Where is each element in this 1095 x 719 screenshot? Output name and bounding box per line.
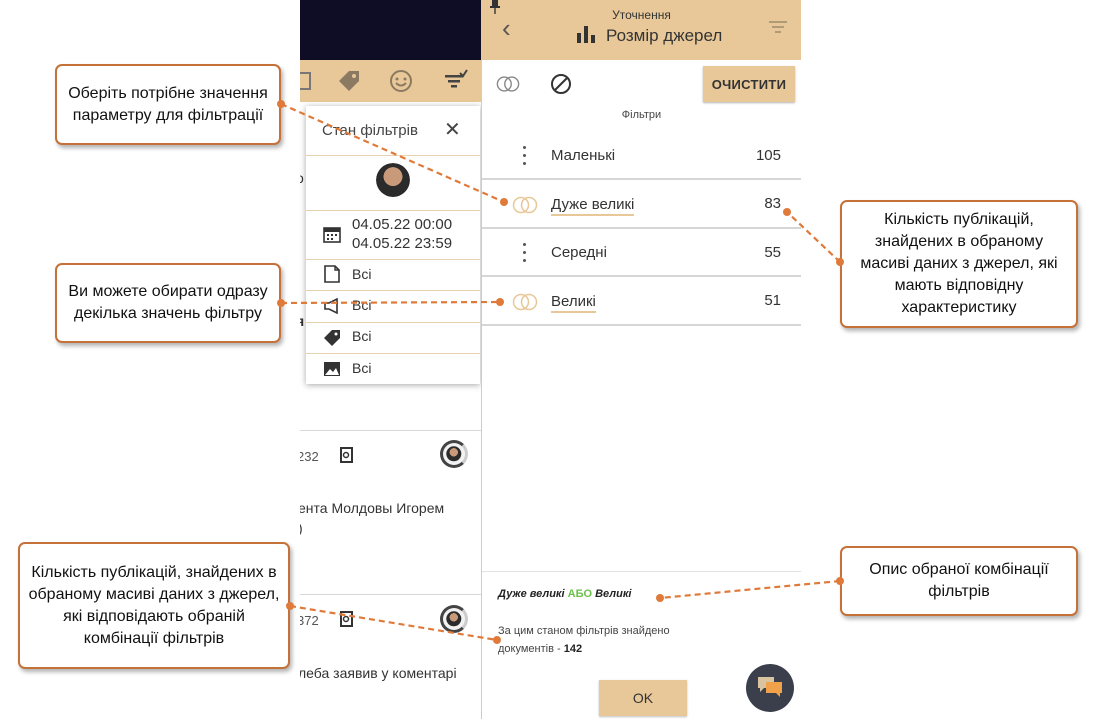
calendar-icon: [322, 224, 342, 244]
row-divider: [482, 275, 801, 277]
popup-divider: [306, 210, 480, 211]
filter-option[interactable]: Середні 55: [482, 229, 801, 277]
callout-multi-select: Ви можете обирати одразу декілька значен…: [55, 263, 281, 343]
clear-button[interactable]: ОЧИСТИТИ: [703, 66, 795, 102]
combination-operator: АБО: [567, 588, 593, 600]
filter-option-count: 83: [764, 195, 781, 212]
filter-option-count: 51: [764, 292, 781, 309]
callout-count-combination: Кількість публікацій, знайдених в обрано…: [18, 542, 290, 669]
document-filter-value: Всі: [352, 266, 372, 282]
filter-option-label: Маленькі: [551, 147, 616, 164]
filter-option[interactable]: Маленькі 105: [482, 132, 801, 180]
popup-divider: [306, 155, 480, 156]
popup-divider: [306, 259, 480, 260]
divider: [482, 571, 801, 572]
date-to: 04.05.22 23:59: [352, 235, 453, 252]
filter-icon[interactable]: [769, 20, 787, 39]
found-summary: За цим станом фільтрів знайдено документ…: [498, 622, 728, 658]
document-icon: [322, 264, 342, 284]
filter-option[interactable]: Великі 51: [482, 278, 801, 326]
image-icon: [322, 359, 342, 379]
callout-count-per-value: Кількість публікацій, знайдених в обрано…: [840, 200, 1078, 328]
or-rings-icon[interactable]: [512, 196, 538, 219]
filter-option[interactable]: Дуже великі 83: [482, 181, 801, 229]
filter-combination-description: Дуже великі АБО Великі: [498, 588, 631, 600]
found-count: 142: [563, 643, 583, 655]
found-text: За цим станом фільтрів знайдено документ…: [498, 625, 670, 655]
background-toolbar: [300, 60, 481, 102]
source-type-filter-value: Всі: [352, 297, 372, 313]
chat-bubble-icon: [756, 674, 784, 703]
popup-title: Стан фільтрів: [322, 122, 418, 139]
image-filter-value: Всі: [352, 360, 372, 376]
page-title: Розмір джерел: [606, 26, 723, 45]
callout-choose-value: Оберіть потрібне значення параметру для …: [55, 64, 281, 145]
background-fragment: я: [300, 313, 305, 329]
ok-button[interactable]: OK: [599, 680, 687, 716]
chat-button[interactable]: [746, 664, 794, 712]
or-rings-icon[interactable]: [512, 293, 538, 316]
background-post-text: леба заявив у коментарі: [300, 665, 457, 681]
popup-divider: [306, 353, 480, 354]
filter-option-count: 55: [764, 244, 781, 261]
intersect-rings-icon[interactable]: [496, 72, 520, 96]
panel-toolbar: ОЧИСТИТИ: [482, 60, 801, 106]
refinement-panel: ‹ Уточнення Розмір джерел ОЧИСТИТИ Фільт…: [481, 0, 801, 719]
filter-option-label: Середні: [551, 244, 607, 261]
background-divider: [300, 430, 481, 431]
filters-caption: Фільтри: [621, 109, 662, 121]
date-from: 04.05.22 00:00: [352, 216, 453, 233]
tag-icon: [322, 328, 342, 348]
smiley-icon[interactable]: [388, 68, 414, 94]
combination-left: Дуже великі: [498, 588, 565, 600]
bar-chart-icon: [576, 25, 596, 48]
background-fragment: о: [300, 170, 304, 186]
popup-divider: [306, 290, 480, 291]
block-icon[interactable]: [549, 72, 573, 96]
tag-filter-value: Всі: [352, 328, 372, 344]
header-subtitle: Уточнення: [612, 8, 671, 22]
row-divider: [482, 324, 801, 326]
combination-right: Великі: [595, 588, 632, 600]
close-icon[interactable]: ✕: [444, 120, 461, 140]
more-vert-icon[interactable]: [518, 241, 530, 265]
background-post-text: ): [300, 520, 303, 536]
filter-option-count: 105: [755, 147, 781, 164]
filter-state-popup: Стан фільтрів ✕ 04.05.22 00:00 04.05.22 …: [306, 106, 480, 384]
avatar: [376, 163, 410, 197]
row-divider: [482, 178, 801, 180]
tag-icon[interactable]: [336, 68, 362, 94]
filter-option-label: Дуже великі: [551, 196, 635, 216]
more-vert-icon[interactable]: [518, 144, 530, 168]
background-divider: [300, 594, 481, 595]
background-count: 232: [300, 449, 319, 464]
avatar[interactable]: [440, 605, 468, 633]
background-count: 372: [300, 613, 319, 628]
search-doc-icon[interactable]: [340, 611, 354, 632]
avatar[interactable]: [440, 440, 468, 468]
calendar-icon[interactable]: [300, 68, 318, 94]
popup-divider: [306, 322, 480, 323]
callout-combination-description: Опис обраної комбінації фільтрів: [840, 546, 1078, 616]
filter-option-label: Великі: [551, 293, 596, 313]
background-post-text: ента Молдовы Игорем: [300, 500, 445, 516]
search-doc-icon[interactable]: [340, 447, 354, 468]
megaphone-icon: [322, 296, 342, 316]
panel-header: ‹ Уточнення Розмір джерел: [482, 0, 801, 60]
filter-active-icon[interactable]: [442, 68, 468, 94]
background-topbar: [300, 0, 481, 60]
